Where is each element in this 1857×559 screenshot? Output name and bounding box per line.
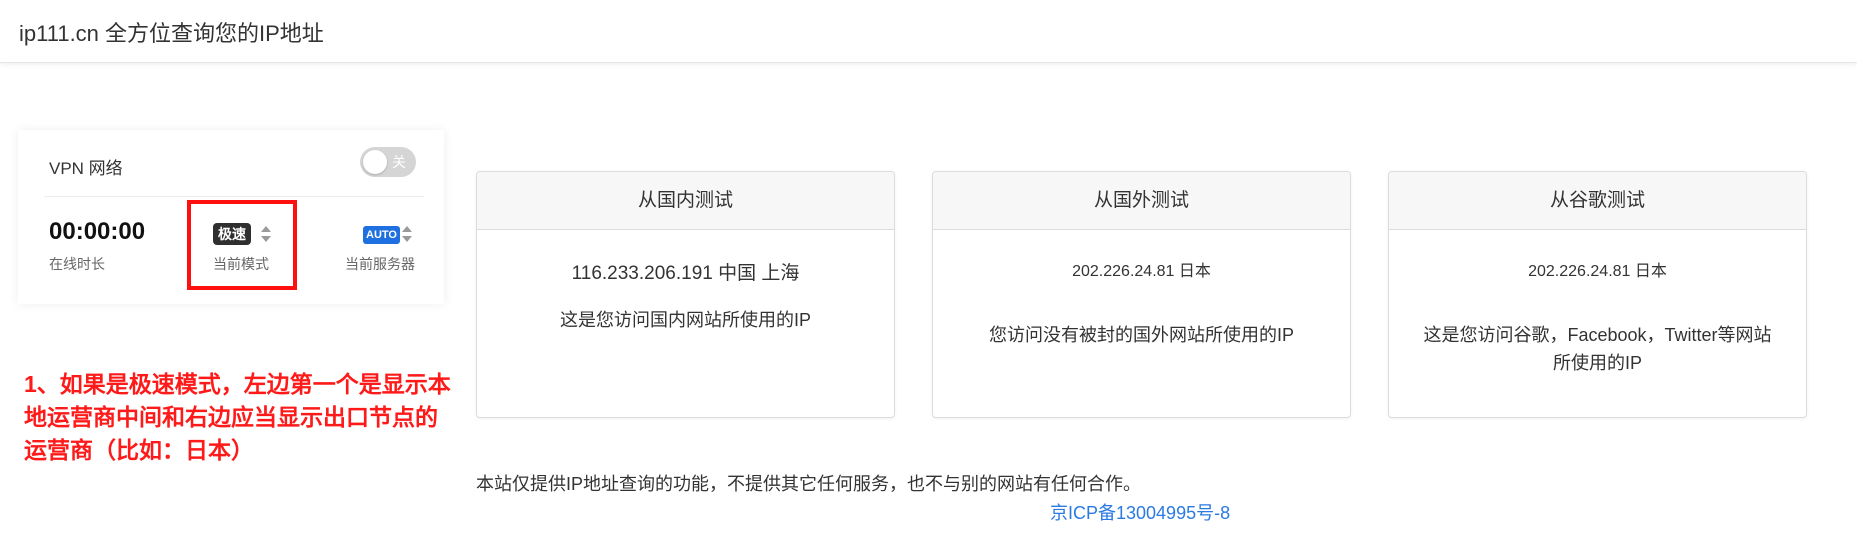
site-title[interactable]: ip111.cn 全方位查询您的IP地址 — [19, 16, 324, 48]
card-ip-line: 202.226.24.81 日本 — [1072, 263, 1211, 280]
server-label: 当前服务器 — [345, 256, 415, 272]
top-header: ip111.cn 全方位查询您的IP地址 — [0, 0, 1857, 63]
vpn-title: VPN 网络 — [49, 159, 123, 178]
online-time-label: 在线时长 — [49, 256, 105, 272]
vpn-toggle[interactable]: 关 — [360, 147, 416, 177]
foreign-test-card: 从国外测试 202.226.24.81 日本 您访问没有被封的国外网站所使用的I… — [932, 171, 1351, 418]
mode-highlight-box — [187, 200, 297, 290]
google-test-card: 从谷歌测试 202.226.24.81 日本 这是您访问谷歌，Facebook，… — [1388, 171, 1807, 418]
icp-link[interactable]: 京ICP备13004995号-8 — [1050, 499, 1230, 525]
card-description: 这是您访问国内网站所使用的IP — [559, 310, 811, 330]
card-ip-line: 116.233.206.191 中国 上海 — [571, 263, 800, 284]
card-title: 从国内测试 — [477, 172, 894, 230]
card-description: 您访问没有被封的国外网站所使用的IP — [988, 325, 1294, 345]
toggle-state-label: 关 — [392, 154, 406, 170]
vpn-divider — [44, 196, 424, 197]
toggle-knob — [363, 150, 387, 174]
online-time-value: 00:00:00 — [49, 218, 146, 245]
server-sort-icon[interactable] — [401, 225, 413, 243]
card-title: 从谷歌测试 — [1389, 172, 1806, 230]
card-ip-line: 202.226.24.81 日本 — [1528, 263, 1667, 280]
card-description-line-2: 所使用的IP — [1552, 353, 1642, 373]
domestic-test-card: 从国内测试 116.233.206.191 中国 上海 这是您访问国内网站所使用… — [476, 171, 895, 418]
annotation-text: 1、如果是极速模式，左边第一个是显示本地运营商中间和右边应当显示出口节点的运营商… — [24, 371, 451, 463]
card-title: 从国外测试 — [933, 172, 1350, 230]
server-badge[interactable]: AUTO — [363, 226, 400, 244]
footer-note: 本站仅提供IP地址查询的功能，不提供其它任何服务，也不与别的网站有任何合作。 — [476, 474, 1142, 494]
card-description-line-1: 这是您访问谷歌，Facebook，Twitter等网站 — [1423, 325, 1772, 345]
